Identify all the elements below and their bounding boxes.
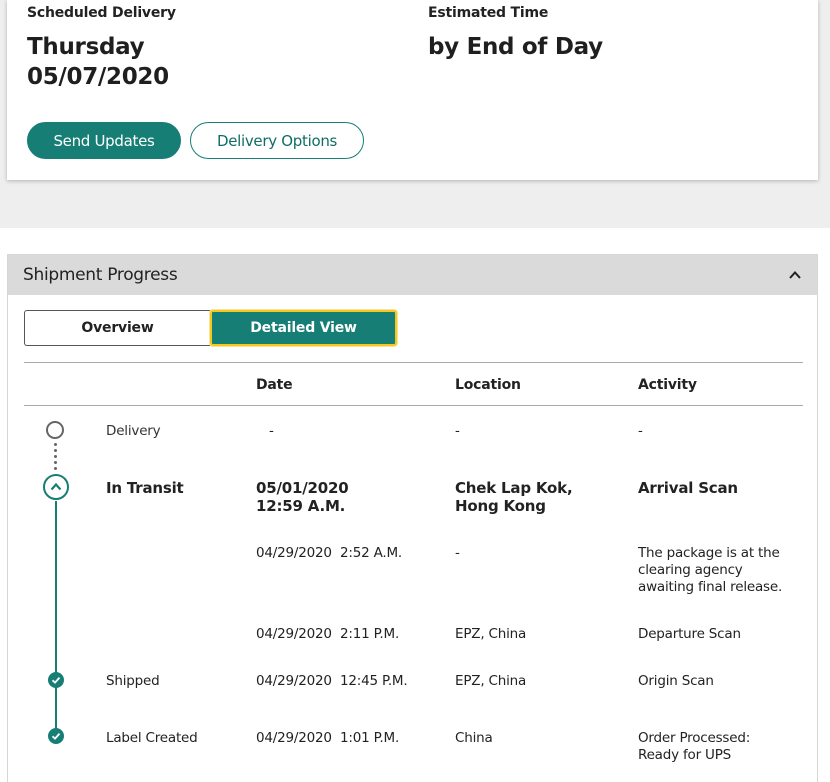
shipment-progress-title: Shipment Progress [23,265,178,285]
table-header-rule [24,405,803,406]
row-date: - [269,423,274,439]
empty-circle-icon [46,421,64,439]
timeline-line [55,501,57,681]
check-circle-icon [48,728,64,744]
scheduled-delivery-day: Thursday [27,34,145,60]
row-location: - [455,423,460,439]
shipment-progress-panel: Shipment Progress Overview Detailed View… [7,254,818,782]
scheduled-delivery-date: 05/07/2020 [27,64,169,90]
row-activity-line2: clearing agency [638,562,743,578]
row-date: 04/29/2020 2:11 P.M. [256,626,400,642]
row-location-line2: Hong Kong [455,497,546,515]
column-header-activity: Activity [638,377,697,393]
row-date: 04/29/2020 2:52 A.M. [256,545,403,561]
milestone-label-created: Label Created [106,730,198,746]
row-location: - [455,545,460,561]
row-activity-line3: awaiting final release. [638,579,783,595]
tab-detailed-view[interactable]: Detailed View [210,310,397,346]
timeline-dotted-connector [54,443,58,473]
column-header-location: Location [455,377,521,393]
row-location: EPZ, China [455,673,527,689]
table-top-rule [24,362,803,363]
scheduled-delivery-label: Scheduled Delivery [27,5,176,21]
send-updates-button[interactable]: Send Updates [27,122,181,159]
chevron-up-circle-icon [43,474,69,500]
row-activity: Origin Scan [638,673,714,689]
row-activity: Departure Scan [638,626,741,642]
milestone-shipped: Shipped [106,673,160,689]
milestone-in-transit: In Transit [106,479,184,497]
row-time: 12:59 A.M. [256,497,346,515]
delivery-card: Scheduled Delivery Thursday 05/07/2020 E… [7,0,818,180]
row-activity: - [638,423,643,439]
tab-overview[interactable]: Overview [24,310,210,346]
row-activity-line2: Ready for UPS [638,747,732,763]
row-activity: The package is at the [638,545,780,561]
row-date: 05/01/2020 [256,479,349,497]
row-activity: Order Processed: [638,730,751,746]
row-location: China [455,730,493,746]
shipment-progress-header[interactable]: Shipment Progress [8,255,817,295]
delivery-options-button[interactable]: Delivery Options [190,122,364,159]
check-circle-icon [48,672,64,688]
estimated-time-label: Estimated Time [428,5,549,21]
column-header-date: Date [256,377,293,393]
row-location: Chek Lap Kok, [455,479,573,497]
row-activity: Arrival Scan [638,479,738,497]
milestone-delivery: Delivery [106,423,161,439]
estimated-time-value: by End of Day [428,34,603,60]
row-location: EPZ, China [455,626,527,642]
row-date: 04/29/2020 12:45 P.M. [256,673,408,689]
row-date: 04/29/2020 1:01 P.M. [256,730,400,746]
timeline-line-lower [55,687,57,729]
chevron-up-icon[interactable] [787,267,803,283]
